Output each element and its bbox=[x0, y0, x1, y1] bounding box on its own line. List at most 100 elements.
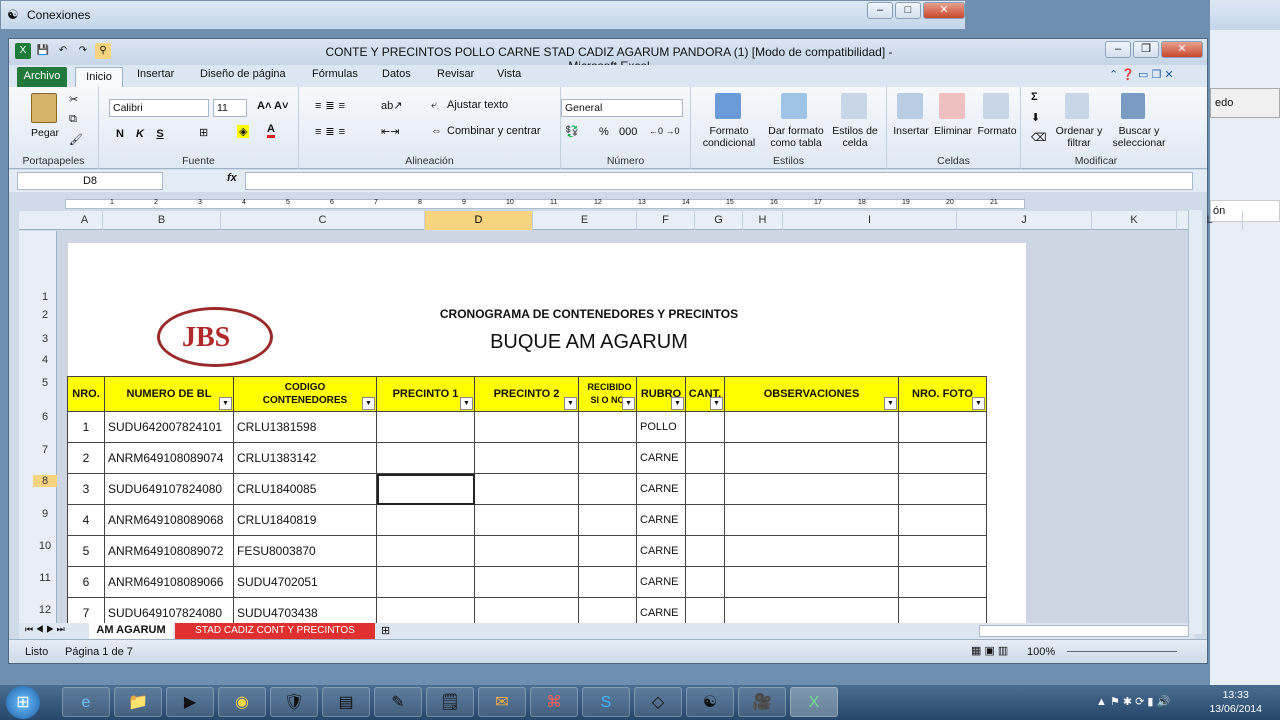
row-header-6[interactable]: 6 bbox=[33, 411, 57, 423]
format-table-button[interactable]: Dar formato como tabla bbox=[765, 125, 827, 149]
outlook-icon[interactable]: ✉ bbox=[478, 687, 526, 717]
excel-titlebar[interactable]: X 💾 ↶ ↷ ⚲ CONTE Y PRECINTOS POLLO CARNE STAD… bbox=[9, 39, 1207, 73]
filter-dropdown-icon[interactable]: ▼ bbox=[362, 397, 375, 410]
filter-dropdown-icon[interactable]: ▼ bbox=[884, 397, 897, 410]
filter-dropdown-icon[interactable]: ▼ bbox=[671, 397, 684, 410]
undo-icon[interactable]: ↶ bbox=[55, 43, 71, 59]
view-buttons-icons[interactable]: ▦ ▣ ▥ bbox=[971, 644, 1008, 657]
decimal-icons[interactable]: ←0 →0 bbox=[649, 126, 680, 136]
table-cell[interactable] bbox=[724, 411, 899, 443]
font-name-select[interactable]: Calibri bbox=[109, 99, 209, 117]
sort-filter-button[interactable]: Ordenar y filtrar bbox=[1051, 125, 1107, 149]
row-header-4[interactable]: 4 bbox=[33, 354, 57, 366]
new-sheet-icon[interactable]: ⊞ bbox=[381, 624, 390, 637]
background-window-titlebar[interactable]: ☯ Conexiones – □ ✕ bbox=[0, 0, 966, 30]
tool-icon[interactable]: ✎ bbox=[374, 687, 422, 717]
vertical-align-icons[interactable]: ≡≣≡ bbox=[315, 99, 349, 112]
wrap-text-button[interactable]: Ajustar texto bbox=[447, 99, 508, 111]
grow-font-icon[interactable]: A˄ A˅ bbox=[257, 100, 288, 112]
table-cell[interactable] bbox=[474, 411, 579, 443]
row-header-7[interactable]: 7 bbox=[33, 444, 57, 456]
bold-button[interactable]: N bbox=[111, 125, 129, 143]
close-button[interactable]: ✕ bbox=[1161, 41, 1203, 58]
media-player-icon[interactable]: ▶ bbox=[166, 687, 214, 717]
table-cell[interactable] bbox=[578, 442, 637, 474]
table-cell[interactable] bbox=[376, 504, 475, 536]
table-cell[interactable] bbox=[578, 411, 637, 443]
column-header-k[interactable]: K bbox=[1092, 211, 1177, 230]
row-header-3[interactable]: 3 bbox=[33, 333, 57, 345]
row-header-11[interactable]: 11 bbox=[33, 572, 57, 584]
cut-icon[interactable]: ✂ bbox=[69, 93, 78, 106]
table-cell[interactable]: 5 bbox=[67, 535, 105, 567]
minimize-button[interactable]: – bbox=[1105, 41, 1131, 58]
table-cell[interactable]: 2 bbox=[67, 442, 105, 474]
row-header-1[interactable]: 1 bbox=[33, 291, 57, 303]
table-cell[interactable] bbox=[685, 473, 725, 505]
currency-icon[interactable]: 💱 bbox=[565, 125, 579, 138]
table-cell[interactable]: ANRM649108089074 bbox=[104, 442, 234, 474]
table-cell[interactable] bbox=[898, 504, 987, 536]
right-window-button[interactable]: edo bbox=[1210, 88, 1280, 118]
save-icon[interactable]: 💾 bbox=[35, 43, 51, 59]
table-cell[interactable] bbox=[578, 566, 637, 598]
table-cell[interactable]: ANRM649108089066 bbox=[104, 566, 234, 598]
table-cell[interactable] bbox=[474, 566, 579, 598]
delete-button[interactable]: Eliminar bbox=[931, 125, 975, 137]
table-cell[interactable]: CRLU1840819 bbox=[233, 504, 377, 536]
column-header-g[interactable]: G bbox=[695, 211, 743, 230]
table-cell[interactable] bbox=[898, 442, 987, 474]
close-button[interactable]: ✕ bbox=[923, 2, 965, 19]
table-cell[interactable] bbox=[724, 535, 899, 567]
row-header-5[interactable]: 5 bbox=[33, 377, 57, 389]
table-cell[interactable]: CRLU1840085 bbox=[233, 473, 377, 505]
copy-icon[interactable]: ⧉ bbox=[69, 113, 77, 126]
percent-button[interactable]: % bbox=[599, 126, 609, 138]
table-cell[interactable] bbox=[474, 473, 579, 505]
orientation-icon[interactable]: ab↗ bbox=[381, 99, 402, 112]
insert-function-button[interactable]: fx bbox=[227, 172, 237, 184]
table-cell[interactable] bbox=[685, 442, 725, 474]
active-cell[interactable] bbox=[376, 473, 475, 505]
format-painter-icon[interactable]: 🖌 bbox=[69, 133, 83, 146]
column-header-a[interactable]: A bbox=[67, 211, 103, 230]
table-cell[interactable]: 1 bbox=[67, 411, 105, 443]
number-format-select[interactable]: General bbox=[561, 99, 683, 117]
column-header-l[interactable]: L bbox=[1177, 211, 1243, 230]
redo-icon[interactable]: ↷ bbox=[75, 43, 91, 59]
skype-icon[interactable]: S bbox=[582, 687, 630, 717]
tab-diseno[interactable]: Diseño de página bbox=[200, 68, 286, 80]
tray-icons[interactable]: ▲ ⚑ ✱ ⟳ ▮ 🔊 bbox=[1096, 695, 1170, 708]
window-icon[interactable]: ◇ bbox=[634, 687, 682, 717]
table-cell[interactable] bbox=[685, 535, 725, 567]
format-button[interactable]: Formato bbox=[975, 125, 1019, 137]
table-cell[interactable]: SUDU4702051 bbox=[233, 566, 377, 598]
tab-insertar[interactable]: Insertar bbox=[137, 68, 174, 80]
font-color-icon[interactable]: A bbox=[267, 123, 275, 138]
filter-dropdown-icon[interactable]: ▼ bbox=[622, 397, 635, 410]
paste-icon[interactable] bbox=[31, 93, 57, 123]
table-cell[interactable]: 4 bbox=[67, 504, 105, 536]
filter-dropdown-icon[interactable]: ▼ bbox=[460, 397, 473, 410]
fill-icon[interactable]: ⬇ bbox=[1031, 111, 1040, 124]
table-cell[interactable] bbox=[474, 535, 579, 567]
borders-icon[interactable]: ⊞ bbox=[199, 126, 208, 139]
excel-taskbar-icon[interactable]: X bbox=[790, 687, 838, 717]
italic-button[interactable]: K bbox=[131, 125, 149, 143]
filter-dropdown-icon[interactable]: ▼ bbox=[710, 397, 723, 410]
table-cell[interactable] bbox=[685, 566, 725, 598]
connections-icon[interactable]: ☯ bbox=[686, 687, 734, 717]
row-header-12[interactable]: 12 bbox=[33, 604, 57, 616]
table-cell[interactable]: CRLU1381598 bbox=[233, 411, 377, 443]
sheet-nav-icons[interactable]: ⏮ ◀ ▶ ⏭ bbox=[25, 624, 65, 635]
column-header-d[interactable]: D bbox=[425, 211, 533, 230]
help-icon[interactable]: ⌃ ❓ ▭ ❐ ✕ bbox=[1109, 68, 1174, 81]
notes-icon[interactable]: 🗒 bbox=[426, 687, 474, 717]
tab-revisar[interactable]: Revisar bbox=[437, 68, 474, 80]
zoom-level[interactable]: 100% bbox=[1027, 646, 1055, 658]
table-cell[interactable]: SUDU642007824101 bbox=[104, 411, 234, 443]
row-header-10[interactable]: 10 bbox=[33, 540, 57, 552]
tab-vista[interactable]: Vista bbox=[497, 68, 521, 80]
tab-formulas[interactable]: Fórmulas bbox=[312, 68, 358, 80]
explorer-icon[interactable]: 📁 bbox=[114, 687, 162, 717]
